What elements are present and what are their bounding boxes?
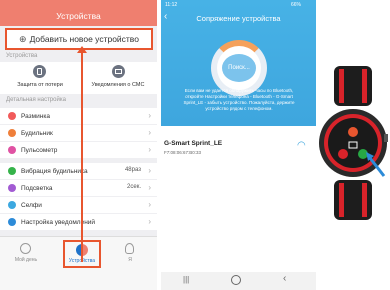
page-title: Устройства <box>0 0 157 26</box>
row-value: 2сек. <box>127 184 141 190</box>
alarm-icon <box>8 129 16 137</box>
chevron-right-icon: › <box>148 128 151 137</box>
wifi-signal-icon: ◠ <box>297 140 306 151</box>
status-time: 11:12 <box>165 2 178 8</box>
row-heartrate[interactable]: Пульсометр › <box>0 142 157 158</box>
row-label: Разминка <box>21 112 50 120</box>
tab-my-day[interactable]: Мой день <box>6 243 46 271</box>
pairing-header: 11:12 66% ‹ Сопряжение устройства Поиск.… <box>161 0 316 126</box>
device-list-item[interactable]: G-Smart Sprint_LE F7:08:06:67:B0:33 ◠ <box>161 138 316 160</box>
row-label: Вибрация будильника <box>21 167 88 175</box>
row-backlight[interactable]: Подсветка 2сек. › <box>0 180 157 196</box>
sms-button[interactable]: Уведомления о СМС <box>80 62 156 94</box>
home-icon[interactable] <box>231 275 241 285</box>
devices-card: Защита от потери Уведомления о СМС <box>0 62 157 94</box>
chevron-right-icon: › <box>148 217 151 226</box>
anti-loss-button[interactable]: Защита от потери <box>4 62 76 94</box>
device-name: G-Smart Sprint_LE <box>164 140 223 147</box>
arrow-head-icon <box>77 46 87 53</box>
chevron-right-icon: › <box>148 166 151 175</box>
warmup-icon <box>8 112 16 120</box>
row-label: Настройка уведомлений <box>21 218 96 226</box>
search-label: Поиск... <box>222 54 256 82</box>
chevron-right-icon: › <box>148 183 151 192</box>
device-mac: F7:08:06:67:B0:33 <box>164 150 202 155</box>
section-devices-label: Устройства <box>6 53 38 59</box>
row-selfie[interactable]: Селфи › <box>0 197 157 213</box>
person-icon <box>125 243 134 254</box>
tab-label: Мой день <box>14 257 38 263</box>
heart-icon <box>8 146 16 154</box>
row-label: Будильник <box>21 129 53 137</box>
chevron-right-icon: › <box>148 111 151 120</box>
plus-circle-icon: ⊕ <box>19 33 27 44</box>
recent-apps-icon[interactable]: ||| <box>183 275 189 284</box>
chevron-right-icon: › <box>148 200 151 209</box>
sms-label: Уведомления о СМС <box>91 82 145 88</box>
pairing-title: Сопряжение устройства <box>196 14 281 23</box>
arrow-line <box>81 50 83 262</box>
backlight-icon <box>8 184 16 192</box>
pairing-info-text: Если вам не удается обнаружить часы по B… <box>183 88 295 111</box>
status-battery: 66% <box>291 2 302 8</box>
back-nav-icon[interactable]: ‹ <box>283 273 286 284</box>
row-label: Пульсометр <box>21 146 58 154</box>
phone-icon <box>33 65 46 78</box>
tab-me[interactable]: Я <box>110 243 150 271</box>
row-label: Подсветка <box>21 184 53 192</box>
row-warmup[interactable]: Разминка › <box>0 108 157 124</box>
add-device-label: Добавить новое устройство <box>29 34 139 44</box>
selfie-icon <box>8 201 16 209</box>
row-value: 48раз <box>124 167 141 173</box>
row-alarm-vibration[interactable]: Вибрация будильника 48раз › <box>0 163 157 179</box>
pairing-screen: 11:12 66% ‹ Сопряжение устройства Поиск.… <box>161 0 316 290</box>
anti-loss-label: Защита от потери <box>17 82 63 88</box>
vibration-icon <box>8 167 16 175</box>
row-alarm[interactable]: Будильник › <box>0 125 157 141</box>
android-nav-bar: ||| ‹ <box>161 272 316 290</box>
notification-icon <box>8 218 16 226</box>
tab-bar: Мой день Устройства Я <box>0 236 157 290</box>
chevron-right-icon: › <box>148 145 151 154</box>
tab-label: Я <box>128 257 132 263</box>
section-detail-label: Детальная настройка <box>6 97 66 103</box>
mail-icon <box>112 65 125 78</box>
devices-screen: Устройства ⊕ Добавить новое устройство У… <box>0 0 157 290</box>
row-label: Селфи <box>21 201 42 209</box>
row-notification-settings[interactable]: Настройка уведомлений › <box>0 214 157 230</box>
my-day-icon <box>20 243 31 254</box>
smartwatch-illustration <box>319 66 388 220</box>
